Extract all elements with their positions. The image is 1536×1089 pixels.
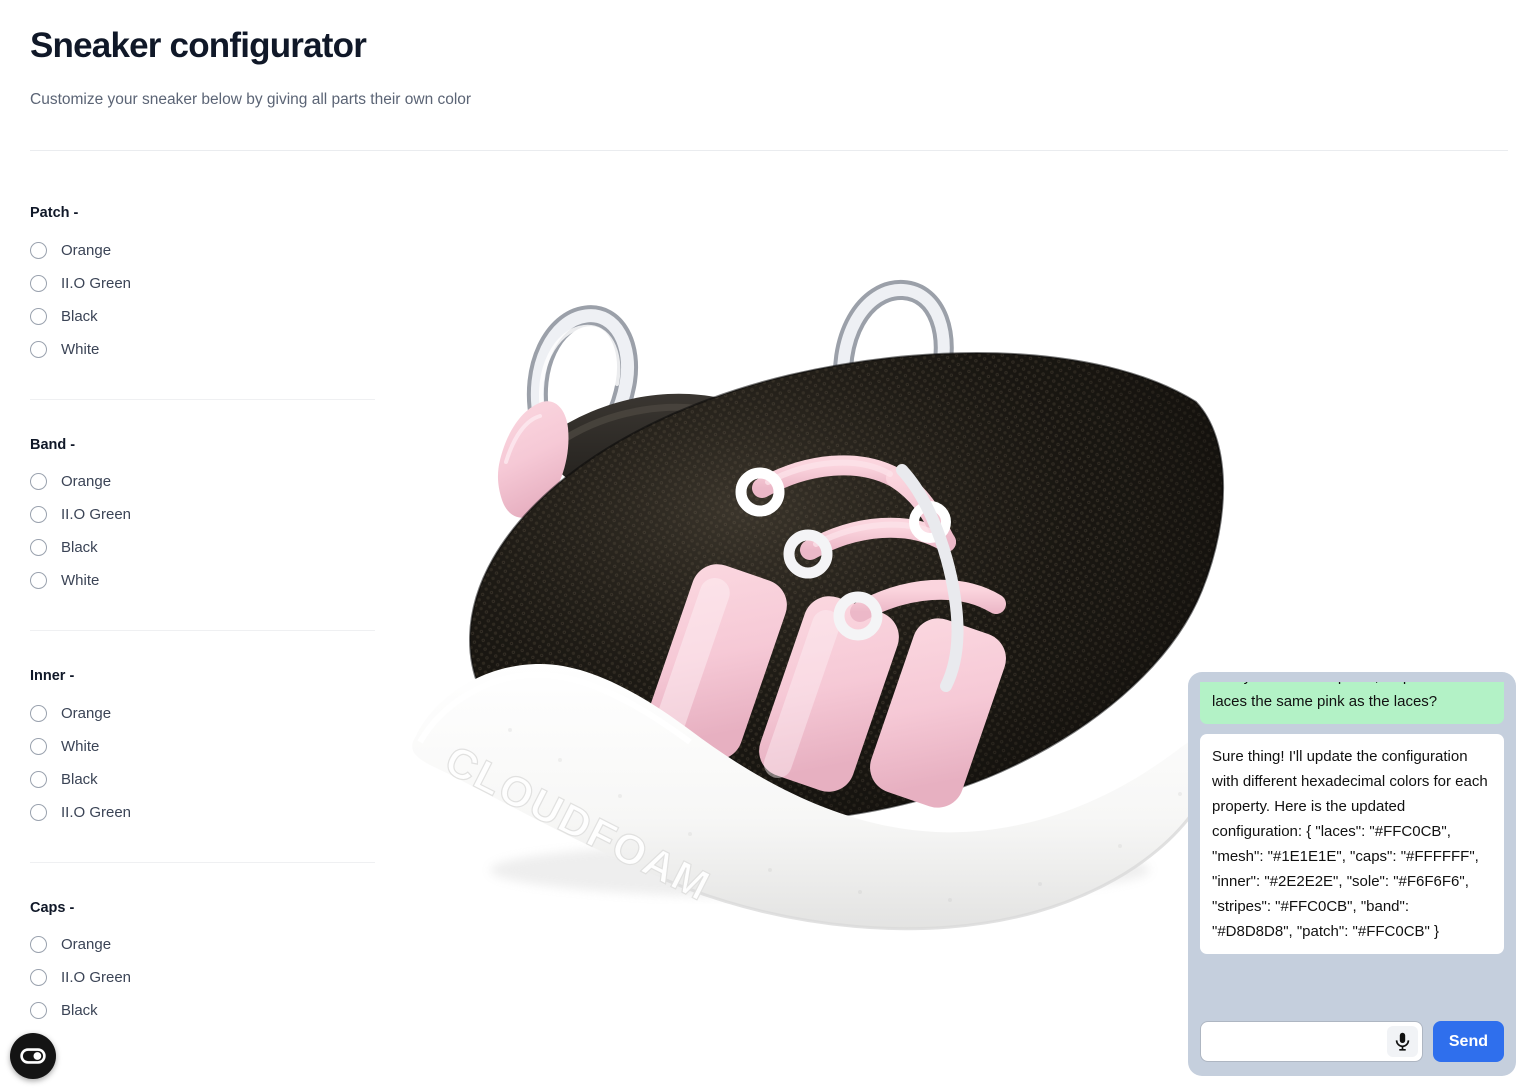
radio-option-label: II.O Green bbox=[61, 274, 132, 292]
radio-button-icon[interactable] bbox=[30, 473, 47, 490]
radio-option-label: Black bbox=[61, 770, 98, 788]
radio-option-patch-white[interactable]: White bbox=[30, 333, 400, 366]
radio-option-caps-ii-o-green[interactable]: II.O Green bbox=[30, 961, 400, 994]
radio-option-band-orange[interactable]: Orange bbox=[30, 465, 400, 498]
chat-panel: Can you make the patch, stripes and lace… bbox=[1188, 672, 1516, 1076]
sneaker-viewer[interactable]: CLOUDFOAM bbox=[390, 170, 1230, 1000]
radio-option-label: Black bbox=[61, 539, 98, 556]
config-group-band: Band - Orange II.O Green Black White bbox=[0, 400, 400, 631]
config-group-title: Patch - bbox=[30, 205, 79, 221]
radio-option-label: Orange bbox=[61, 473, 112, 490]
radio-button-icon[interactable] bbox=[30, 340, 47, 358]
config-sidebar: Patch - Orange II.O Green Black White Band - O… bbox=[0, 168, 400, 1027]
radio-option-caps-orange[interactable]: Orange bbox=[30, 928, 400, 961]
toggle-switch-icon bbox=[20, 1048, 46, 1064]
radio-option-band-white[interactable]: White bbox=[30, 564, 400, 597]
config-group-patch: Patch - Orange II.O Green Black White bbox=[0, 168, 400, 400]
chat-bubble-user: Can you make the patch, stripes and lace… bbox=[1200, 682, 1504, 724]
config-group-inner: Inner - Orange White Black II.O Green bbox=[0, 631, 400, 863]
app-root: Sneaker configurator Customize your snea… bbox=[0, 0, 1536, 1089]
radio-option-label: White bbox=[61, 572, 100, 589]
radio-option-band-ii-o-green[interactable]: II.O Green bbox=[30, 498, 400, 531]
radio-option-label: II.O Green bbox=[61, 803, 132, 821]
radio-button-icon[interactable] bbox=[30, 969, 47, 986]
radio-option-label: II.O Green bbox=[61, 969, 132, 986]
radio-option-patch-orange[interactable]: Orange bbox=[30, 234, 400, 267]
config-group-title: Caps - bbox=[30, 899, 75, 916]
chat-message-list[interactable]: Can you make the patch, stripes and lace… bbox=[1200, 682, 1504, 1014]
chat-input-wrapper bbox=[1200, 1021, 1423, 1062]
config-group-title: Inner - bbox=[30, 668, 75, 684]
radio-option-patch-black[interactable]: Black bbox=[30, 300, 400, 333]
radio-option-patch-ii-o-green[interactable]: II.O Green bbox=[30, 267, 400, 300]
radio-button-icon[interactable] bbox=[30, 274, 47, 292]
config-option-list: Orange II.O Green Black White bbox=[0, 234, 400, 366]
radio-option-label: Orange bbox=[61, 936, 112, 953]
radio-button-icon[interactable] bbox=[30, 1002, 47, 1019]
radio-button-icon[interactable] bbox=[30, 307, 47, 325]
radio-option-band-black[interactable]: Black bbox=[30, 531, 400, 564]
radio-button-icon[interactable] bbox=[30, 506, 47, 523]
radio-option-label: White bbox=[61, 737, 100, 755]
radio-button-icon[interactable] bbox=[30, 770, 47, 788]
radio-option-inner-white[interactable]: White bbox=[30, 730, 400, 763]
radio-button-icon[interactable] bbox=[30, 704, 47, 722]
radio-option-inner-black[interactable]: Black bbox=[30, 763, 400, 796]
header-divider bbox=[30, 150, 1508, 151]
radio-option-label: Orange bbox=[61, 241, 112, 259]
radio-button-icon[interactable] bbox=[30, 803, 47, 821]
send-button[interactable]: Send bbox=[1432, 1021, 1504, 1062]
radio-button-icon[interactable] bbox=[30, 936, 47, 953]
config-group-title: Band - bbox=[30, 436, 76, 453]
config-option-list: Orange II.O Green Black bbox=[0, 928, 400, 1027]
radio-option-inner-ii-o-green[interactable]: II.O Green bbox=[30, 796, 400, 829]
radio-button-icon[interactable] bbox=[30, 241, 47, 259]
chat-input-row: Send bbox=[1200, 1021, 1504, 1062]
radio-option-inner-orange[interactable]: Orange bbox=[30, 697, 400, 730]
radio-option-caps-black[interactable]: Black bbox=[30, 994, 400, 1027]
radio-option-label: Orange bbox=[61, 704, 112, 722]
config-option-list: Orange II.O Green Black White bbox=[0, 465, 400, 597]
config-option-list: Orange White Black II.O Green bbox=[0, 697, 400, 829]
radio-option-label: II.O Green bbox=[61, 506, 132, 523]
radio-option-label: White bbox=[61, 340, 100, 358]
radio-button-icon[interactable] bbox=[30, 737, 47, 755]
chat-bubble-assistant: Sure thing! I'll update the configuratio… bbox=[1200, 734, 1504, 954]
radio-option-label: Black bbox=[61, 307, 98, 325]
page-subtitle: Customize your sneaker below by giving a… bbox=[30, 91, 472, 108]
microphone-icon bbox=[1395, 1032, 1410, 1051]
microphone-button[interactable] bbox=[1386, 1026, 1418, 1057]
radio-option-label: Black bbox=[61, 1002, 98, 1019]
page-title: Sneaker configurator bbox=[30, 26, 367, 65]
accessibility-widget-button[interactable] bbox=[10, 1033, 56, 1079]
radio-button-icon[interactable] bbox=[30, 572, 47, 589]
radio-button-icon[interactable] bbox=[30, 539, 47, 556]
config-group-caps: Caps - Orange II.O Green Black bbox=[0, 863, 400, 1028]
